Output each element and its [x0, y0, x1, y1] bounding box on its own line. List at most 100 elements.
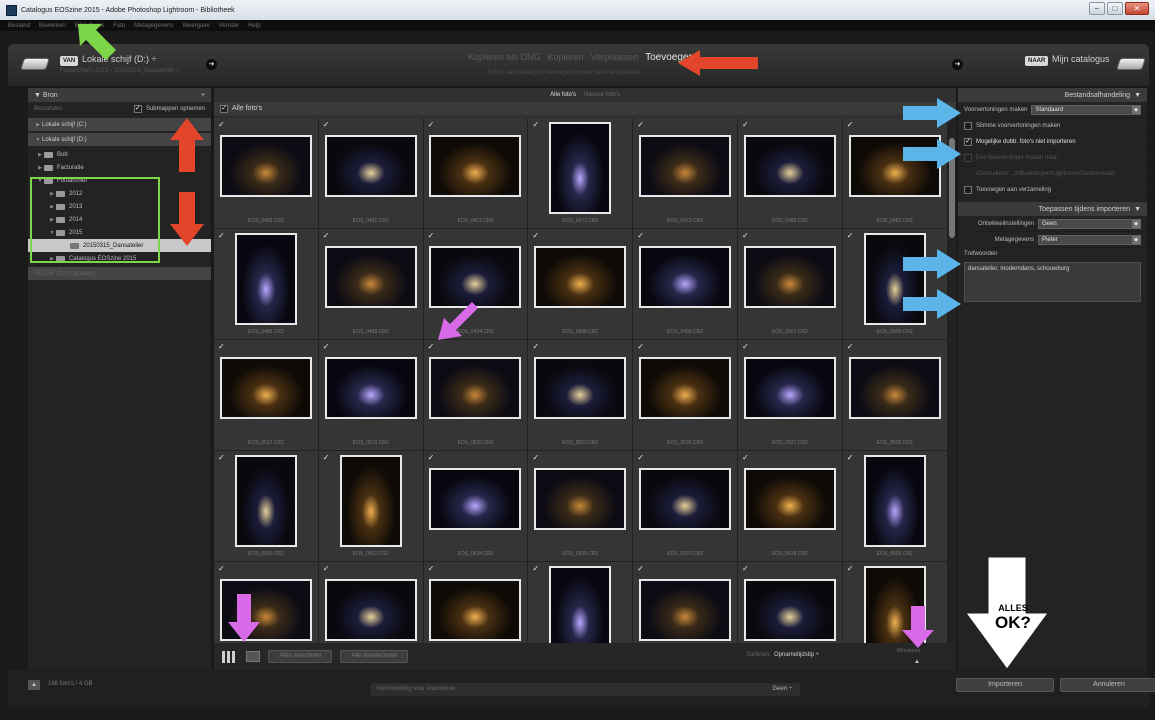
develop-settings-select[interactable]: Geen ◆: [1038, 218, 1141, 229]
thumbnail-size-slider[interactable]: ▲: [914, 659, 920, 665]
minimize-button[interactable]: –: [1089, 2, 1105, 15]
photo-thumbnail-cell[interactable]: ✓ EOS_0528.CR2: [842, 340, 948, 451]
photo-thumbnail[interactable]: [219, 135, 312, 197]
checkbox-icon[interactable]: ✓: [742, 564, 749, 573]
mode-copy-dng[interactable]: Kopiëren als DNG: [468, 52, 541, 62]
checkbox-icon[interactable]: ✓: [218, 564, 225, 573]
photo-thumbnail[interactable]: [549, 566, 612, 643]
photo-thumbnail-cell[interactable]: ✓ EOS_0499.CR2: [633, 229, 738, 340]
file-handling-header[interactable]: Bestandsafhandeling ▼: [958, 88, 1147, 102]
checkbox-icon[interactable]: ✓: [742, 231, 749, 240]
checkbox-icon[interactable]: ✓: [323, 120, 330, 129]
checkbox-icon[interactable]: ✓: [323, 342, 330, 351]
checkbox-icon[interactable]: ✓: [847, 231, 854, 240]
menu-bestand[interactable]: Bestand: [8, 23, 30, 29]
sort-control[interactable]: Sorteren: Opnametijdstip ÷: [746, 652, 819, 658]
photo-thumbnail-cell[interactable]: ✓: [318, 562, 424, 643]
photo-thumbnail-cell[interactable]: ✓ EOS_0534.CR2: [423, 451, 529, 562]
photo-thumbnail-cell[interactable]: ✓ EOS_0520.CR2: [423, 340, 529, 451]
photo-thumbnail[interactable]: [549, 122, 612, 214]
photo-thumbnail-cell[interactable]: ✓ EOS_0479.CR2: [633, 118, 738, 229]
photo-thumbnail-cell[interactable]: ✓ EOS_0526.CR2: [633, 340, 738, 451]
checkbox-icon[interactable]: ✓: [847, 120, 854, 129]
mode-copy[interactable]: Kopiëren: [548, 52, 584, 62]
checkbox-icon[interactable]: ✓: [637, 231, 644, 240]
checkbox-icon[interactable]: ✓: [532, 342, 539, 351]
photo-thumbnail-cell[interactable]: ✓ EOS_0501.CR2: [737, 229, 843, 340]
photo-thumbnail[interactable]: [429, 468, 522, 530]
menu-weergave[interactable]: Weergave: [182, 23, 209, 29]
photo-thumbnail[interactable]: [534, 468, 627, 530]
photo-thumbnail-cell[interactable]: ✓ EOS_0486.CR2: [214, 229, 319, 340]
photo-thumbnail[interactable]: [324, 357, 417, 419]
checkbox-icon[interactable]: ✓: [428, 564, 435, 573]
no-duplicates-row[interactable]: ✓ Mogelijke dubb. foto's niet importeren: [958, 134, 1147, 150]
photo-thumbnail-cell[interactable]: ✓ EOS_0517.CR2: [214, 340, 319, 451]
import-button[interactable]: Importeren: [956, 678, 1054, 692]
smart-preview-row[interactable]: Slimme voorvertoningen maken: [958, 118, 1147, 134]
close-button[interactable]: ✕: [1125, 2, 1149, 15]
photo-thumbnail[interactable]: [429, 579, 522, 641]
metadata-select[interactable]: Pieter ◆: [1038, 234, 1141, 245]
photo-thumbnail-cell[interactable]: ✓: [737, 562, 843, 643]
photo-thumbnail-cell[interactable]: ✓ EOS_0535.CR2: [528, 451, 634, 562]
drive-extra[interactable]: SECRE (D:) (Opname): [28, 267, 211, 280]
checkbox-icon[interactable]: ✓: [133, 105, 142, 113]
checkbox-icon[interactable]: ✓: [428, 453, 435, 462]
checkbox-icon[interactable]: ✓: [532, 564, 539, 573]
photo-thumbnail[interactable]: [639, 468, 732, 530]
checkbox-icon[interactable]: [964, 185, 972, 194]
grid-scrollbar[interactable]: [948, 118, 956, 643]
photo-thumbnail-cell[interactable]: ✓ EOS_0482.CR2: [842, 118, 948, 229]
photo-thumbnail-cell[interactable]: ✓ EOS_0498.CR2: [528, 229, 634, 340]
checkbox-icon[interactable]: ✓: [532, 231, 539, 240]
preview-select[interactable]: Standaard ◆: [1031, 104, 1141, 115]
checkbox-icon[interactable]: ✓: [847, 564, 854, 573]
photo-thumbnail[interactable]: [639, 579, 732, 641]
photo-thumbnail[interactable]: [429, 135, 522, 197]
second-copy-row[interactable]: Een tweede kopie maken naar:: [958, 150, 1147, 166]
collapse-up-icon[interactable]: ▲: [28, 680, 40, 690]
checkbox-icon[interactable]: ✓: [220, 104, 228, 113]
checkbox-icon[interactable]: ✓: [742, 342, 749, 351]
photo-thumbnail-cell[interactable]: ✓ EOS_0509.CR2: [842, 229, 948, 340]
photo-thumbnail[interactable]: [534, 357, 627, 419]
apply-during-import-header[interactable]: Toepassen tijdens importeren ▼: [958, 202, 1147, 216]
photo-thumbnail-cell[interactable]: ✓: [633, 562, 738, 643]
photo-thumbnail[interactable]: [339, 455, 402, 547]
photo-thumbnail[interactable]: [743, 579, 836, 641]
checkbox-icon[interactable]: ✓: [428, 342, 435, 351]
menu-venster[interactable]: Venster: [219, 23, 239, 29]
checkbox-icon[interactable]: ✓: [637, 564, 644, 573]
checkbox-icon[interactable]: ✓: [637, 453, 644, 462]
photo-thumbnail[interactable]: [324, 135, 417, 197]
checkbox-icon[interactable]: ✓: [323, 453, 330, 462]
maximize-button[interactable]: □: [1107, 2, 1123, 15]
photo-thumbnail-cell[interactable]: ✓ EOS_0532.CR2: [318, 451, 424, 562]
checkbox-icon[interactable]: ✓: [637, 342, 644, 351]
photo-thumbnail-cell[interactable]: ✓ EOS_0461.CR2: [318, 118, 424, 229]
photo-thumbnail-cell[interactable]: ✓ EOS_0523.CR2: [528, 340, 634, 451]
menu-help[interactable]: Help: [248, 23, 260, 29]
uncheck-all-button[interactable]: Alle deselecteren: [340, 650, 409, 663]
photo-thumbnail[interactable]: [743, 357, 836, 419]
grid-view-icon[interactable]: [222, 650, 236, 663]
photo-thumbnail[interactable]: [324, 579, 417, 641]
checkbox-icon[interactable]: ✓: [218, 120, 225, 129]
photo-thumbnail-cell[interactable]: ✓ EOS_0527.CR2: [737, 340, 843, 451]
checkbox-icon[interactable]: ✓: [742, 453, 749, 462]
checkbox-icon[interactable]: ✓: [847, 453, 854, 462]
checkbox-icon[interactable]: ✓: [323, 564, 330, 573]
add-collection-row[interactable]: Toevoegen aan verzameling: [958, 182, 1147, 198]
checkbox-icon[interactable]: ✓: [428, 231, 435, 240]
photo-thumbnail-cell[interactable]: ✓ EOS_0455.CR2: [214, 118, 319, 229]
checkbox-icon[interactable]: ✓: [742, 120, 749, 129]
photo-thumbnail[interactable]: [848, 357, 941, 419]
import-preset[interactable]: Voorinstelling voor importeren Geen ÷: [370, 683, 800, 696]
photo-thumbnail[interactable]: [639, 357, 732, 419]
photo-thumbnail[interactable]: [234, 455, 297, 547]
keywords-input[interactable]: dansatelier, moderndans, schouwburg: [964, 262, 1141, 302]
checkbox-icon[interactable]: ✓: [323, 231, 330, 240]
checkbox-icon[interactable]: [964, 153, 972, 162]
loupe-view-icon[interactable]: [246, 651, 260, 662]
